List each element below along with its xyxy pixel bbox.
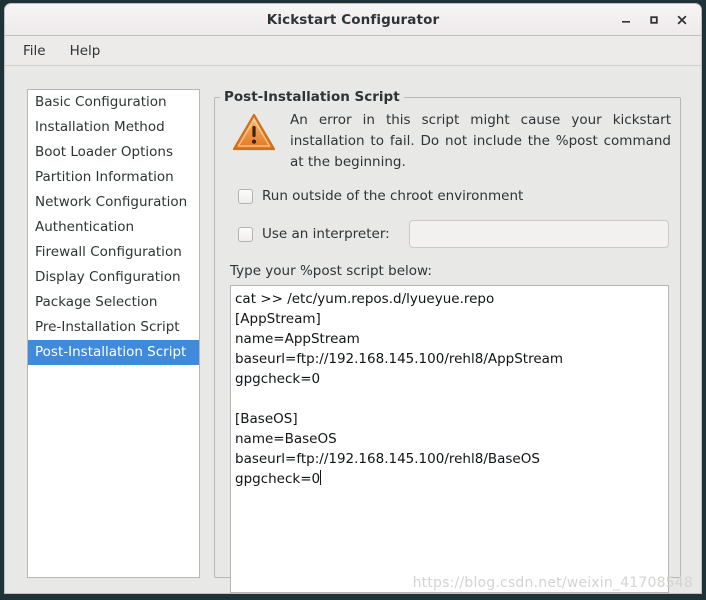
chroot-checkbox[interactable]	[238, 188, 253, 204]
text-cursor	[320, 470, 322, 485]
script-label: Type your %post script below:	[230, 263, 432, 279]
interpreter-checkbox[interactable]	[238, 226, 253, 242]
post-installation-group: Post-Installation Script An error in thi…	[214, 89, 681, 593]
group-title: Post-Installation Script	[220, 89, 404, 105]
chroot-checkbox-row[interactable]: Run outside of the chroot environment	[224, 188, 671, 204]
minimize-button[interactable]	[613, 7, 639, 33]
application-window: Kickstart Configurator File Help Basic C…	[4, 3, 702, 594]
warning-text: An error in this script might cause your…	[290, 112, 671, 170]
sidebar-item-boot-loader-options[interactable]: Boot Loader Options	[28, 140, 199, 165]
minimize-icon	[620, 14, 632, 26]
chroot-checkbox-label: Run outside of the chroot environment	[262, 188, 524, 204]
maximize-icon	[648, 14, 660, 26]
menu-file[interactable]: File	[13, 40, 56, 62]
menu-help[interactable]: Help	[60, 40, 111, 62]
sidebar-item-display-configuration[interactable]: Display Configuration	[28, 265, 199, 290]
sidebar-item-partition-information[interactable]: Partition Information	[28, 165, 199, 190]
window-title: Kickstart Configurator	[266, 11, 440, 28]
title-bar: Kickstart Configurator	[5, 4, 701, 36]
group-content: An error in this script might cause your…	[214, 97, 681, 593]
interpreter-row[interactable]: Use an interpreter:	[224, 220, 671, 248]
sidebar-item-installation-method[interactable]: Installation Method	[28, 115, 199, 140]
post-script-content: cat >> /etc/yum.repos.d/lyueyue.repo [Ap…	[235, 291, 564, 487]
main-content: Basic Configuration Installation Method …	[5, 66, 701, 593]
section-list[interactable]: Basic Configuration Installation Method …	[27, 89, 200, 578]
sidebar-item-basic-configuration[interactable]: Basic Configuration	[28, 90, 199, 115]
close-icon	[676, 14, 688, 26]
warning-triangle-icon	[232, 112, 276, 156]
sidebar-item-package-selection[interactable]: Package Selection	[28, 290, 199, 315]
sidebar-item-authentication[interactable]: Authentication	[28, 215, 199, 240]
close-button[interactable]	[669, 7, 695, 33]
interpreter-checkbox-label: Use an interpreter:	[262, 226, 390, 242]
menu-bar: File Help	[5, 36, 701, 66]
sidebar-item-firewall-configuration[interactable]: Firewall Configuration	[28, 240, 199, 265]
post-script-textarea[interactable]: cat >> /etc/yum.repos.d/lyueyue.repo [Ap…	[230, 285, 669, 593]
window-controls	[613, 4, 695, 35]
sidebar-item-network-configuration[interactable]: Network Configuration	[28, 190, 199, 215]
warning-row: An error in this script might cause your…	[224, 110, 671, 173]
sidebar-item-post-installation-script[interactable]: Post-Installation Script	[28, 340, 199, 365]
maximize-button[interactable]	[641, 7, 667, 33]
interpreter-input[interactable]	[408, 220, 669, 248]
sidebar-item-pre-installation-script[interactable]: Pre-Installation Script	[28, 315, 199, 340]
